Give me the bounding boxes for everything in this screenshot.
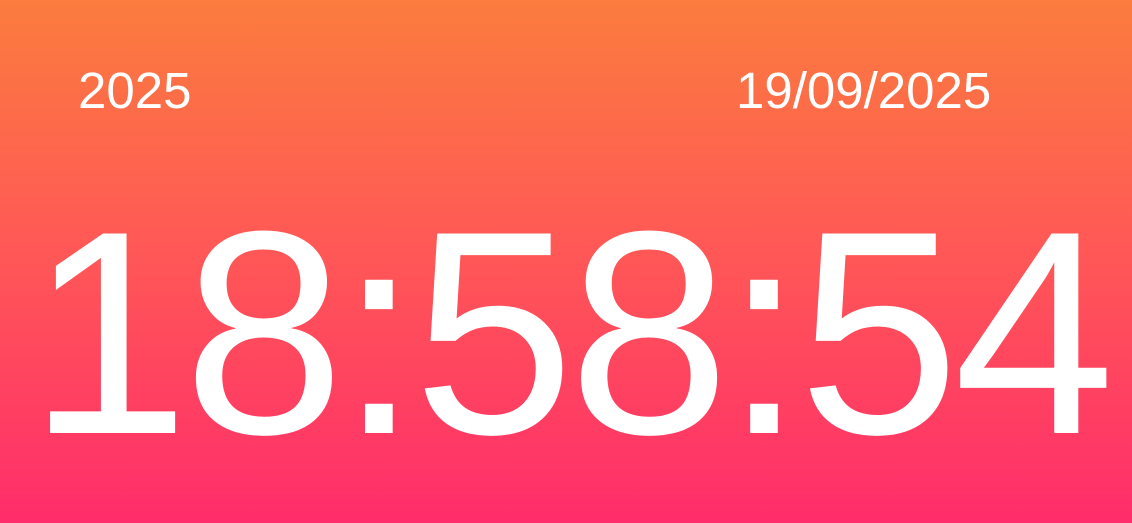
time-readout: 18:58:54 xyxy=(28,171,1115,495)
date-label: 19/09/2025 xyxy=(736,62,992,119)
clock-display: 2025 19/09/2025 18:58:54 xyxy=(0,0,1132,523)
year-label: 2025 xyxy=(78,62,192,119)
